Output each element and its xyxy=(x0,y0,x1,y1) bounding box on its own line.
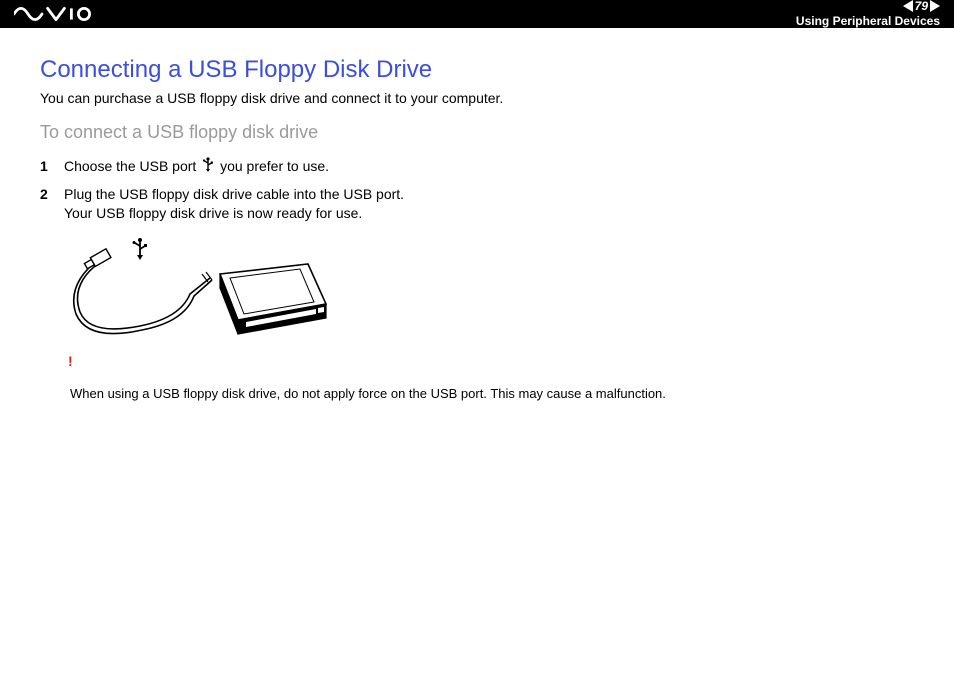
section-title: Using Peripheral Devices xyxy=(796,15,940,28)
page-number: 79 xyxy=(915,0,928,13)
step-number: 2 xyxy=(40,185,64,224)
usb-icon xyxy=(202,157,214,179)
vaio-logo-svg xyxy=(14,6,98,22)
step-text: Plug the USB floppy disk drive cable int… xyxy=(64,185,404,224)
page-title: Connecting a USB Floppy Disk Drive xyxy=(40,56,914,84)
page-content: Connecting a USB Floppy Disk Drive You c… xyxy=(0,28,954,403)
header-bar: 79 Using Peripheral Devices xyxy=(0,0,954,28)
step-number: 1 xyxy=(40,157,64,179)
step-item: 2 Plug the USB floppy disk drive cable i… xyxy=(40,185,914,224)
step-item: 1 Choose the USB port xyxy=(40,157,914,179)
warning-block: ! When using a USB floppy disk drive, do… xyxy=(70,369,914,403)
intro-text: You can purchase a USB floppy disk drive… xyxy=(40,90,914,106)
page-nav: 79 xyxy=(903,0,940,13)
subsection-title: To connect a USB floppy disk drive xyxy=(40,122,914,143)
step-text: Choose the USB port you prefer to u xyxy=(64,157,329,179)
warning-text-wrap: ! When using a USB floppy disk drive, do… xyxy=(70,369,666,403)
header-right: 79 Using Peripheral Devices xyxy=(796,0,940,28)
prev-page-arrow-icon[interactable] xyxy=(903,0,913,12)
warning-text: When using a USB floppy disk drive, do n… xyxy=(70,386,666,401)
vaio-logo xyxy=(14,6,98,22)
step-list: 1 Choose the USB port xyxy=(40,157,914,224)
manual-page: 79 Using Peripheral Devices Connecting a… xyxy=(0,0,954,674)
next-page-arrow-icon[interactable] xyxy=(930,0,940,12)
floppy-drive-illustration xyxy=(70,234,914,359)
